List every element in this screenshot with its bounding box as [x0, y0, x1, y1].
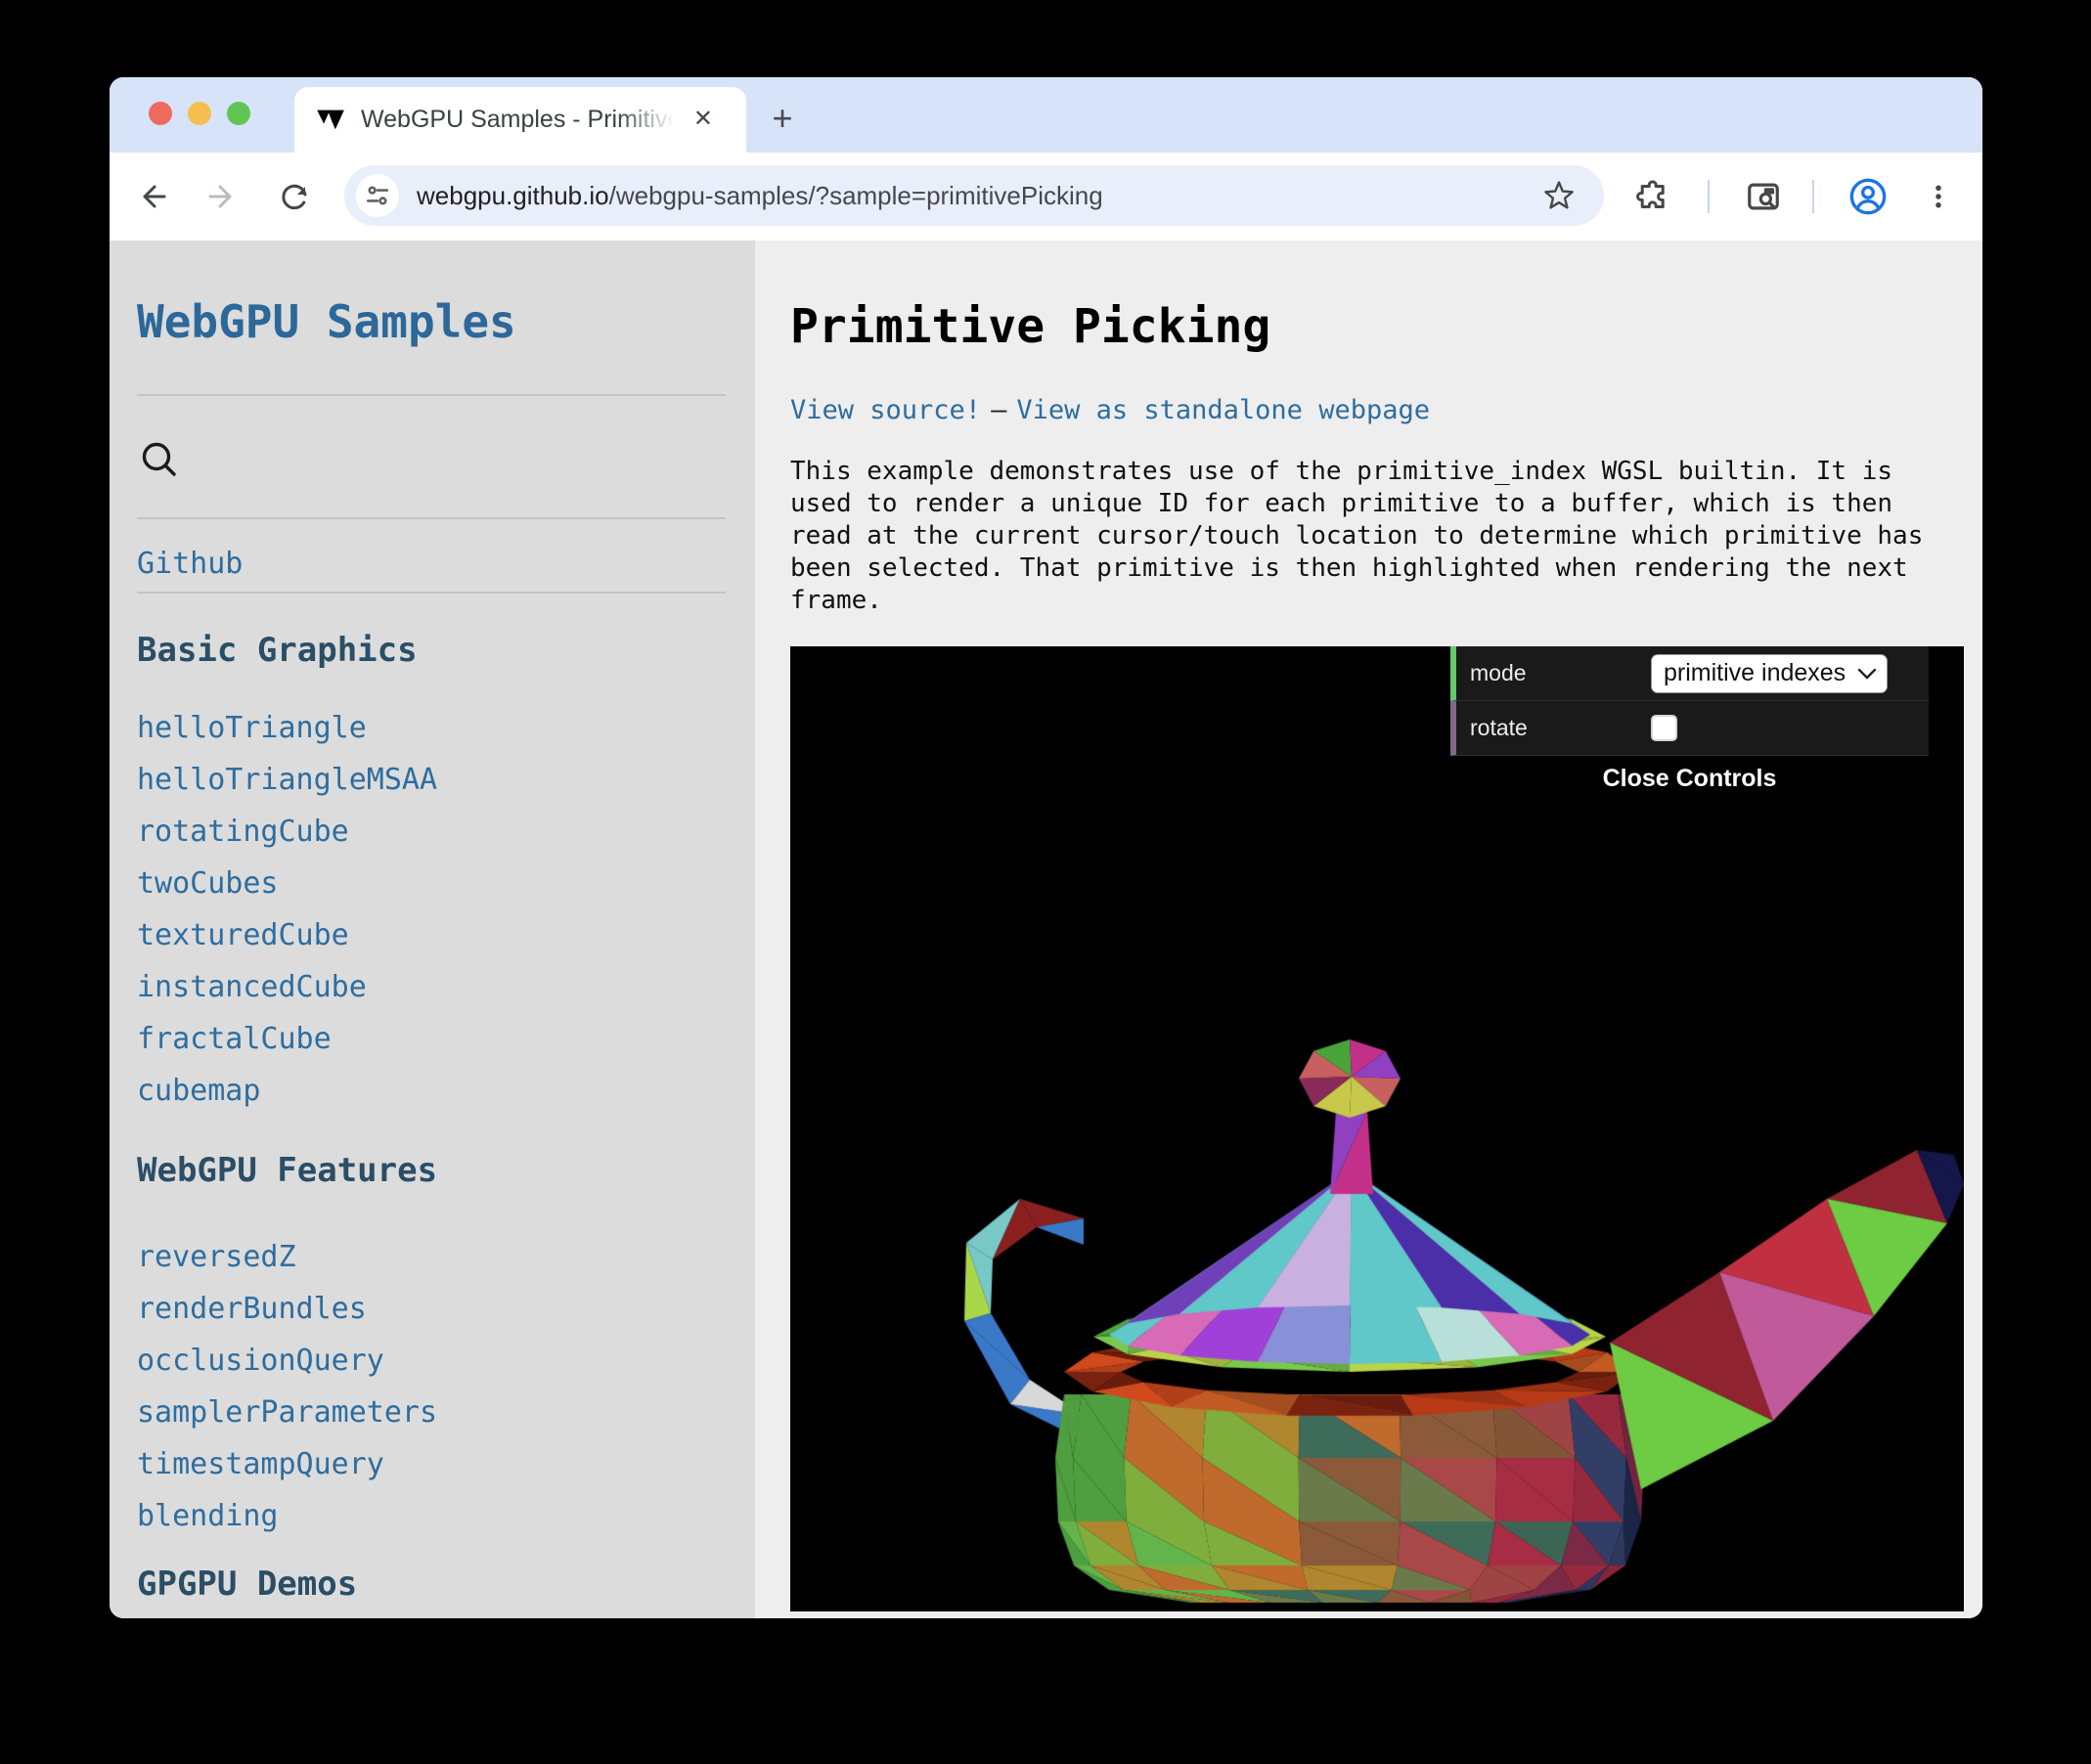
traffic-light-zoom[interactable]	[227, 102, 250, 125]
sample-links: View source!–View as standalone webpage	[790, 395, 1982, 425]
sidebar: WebGPU Samples Github Basic Graphics hel…	[110, 241, 755, 1618]
list-item: twoCubes	[137, 858, 726, 909]
site-info-icon[interactable]	[356, 174, 399, 217]
rotate-checkbox[interactable]	[1651, 715, 1677, 741]
gui-row-mode: mode primitive indexes	[1450, 646, 1929, 701]
sidebar-item-fractalCube[interactable]: fractalCube	[137, 1022, 332, 1056]
bookmark-star-icon[interactable]	[1537, 174, 1580, 217]
url-host: webgpu.github.io	[417, 181, 609, 210]
list-item: renderBundles	[137, 1283, 726, 1335]
page-title: Primitive Picking	[790, 299, 1982, 354]
sample-description: This example demonstrates use of the pri…	[790, 456, 1944, 617]
sidebar-item-occlusionQuery[interactable]: occlusionQuery	[137, 1344, 384, 1378]
sidebar-heading-basic-graphics: Basic Graphics	[137, 631, 726, 670]
url-bar[interactable]: webgpu.github.io/webgpu-samples/?sample=…	[344, 165, 1604, 226]
profile-avatar-icon[interactable]	[1846, 175, 1890, 218]
url-path: /webgpu-samples/?sample=primitivePicking	[609, 181, 1103, 210]
sidebar-item-rotatingCube[interactable]: rotatingCube	[137, 815, 349, 849]
extensions-icon[interactable]	[1631, 175, 1674, 218]
close-controls-button[interactable]: Close Controls	[1450, 756, 1929, 801]
divider	[137, 592, 726, 594]
sidebar-item-github[interactable]: Github	[137, 547, 726, 581]
sidebar-list-webgpu-features: reversedZ renderBundles occlusionQuery s…	[137, 1231, 726, 1542]
toolbar-separator	[1708, 180, 1710, 213]
side-panel-search-icon[interactable]	[1742, 175, 1785, 218]
traffic-light-minimize[interactable]	[188, 102, 211, 125]
url-text: webgpu.github.io/webgpu-samples/?sample=…	[417, 181, 1103, 211]
toolbar-separator	[1812, 180, 1814, 213]
browser-tab[interactable]: WebGPU Samples - Primitive ✕	[294, 87, 746, 153]
sidebar-item-helloTriangleMSAA[interactable]: helloTriangleMSAA	[137, 763, 437, 797]
view-source-link[interactable]: View source!	[790, 395, 981, 425]
mode-select-value: primitive indexes	[1664, 659, 1846, 687]
sidebar-item-blending[interactable]: blending	[137, 1499, 279, 1533]
menu-dots-icon[interactable]	[1917, 175, 1960, 218]
screenshot-stage: WebGPU Samples - Primitive ✕ + webgpu.gi…	[0, 0, 2091, 1764]
gui-label-mode: mode	[1470, 660, 1651, 686]
page-content: WebGPU Samples Github Basic Graphics hel…	[110, 241, 1982, 1618]
search-icon[interactable]	[137, 437, 182, 482]
divider	[137, 517, 726, 519]
list-item: samplerParameters	[137, 1387, 726, 1438]
tab-title: WebGPU Samples - Primitive	[361, 106, 674, 134]
list-item: texturedCube	[137, 909, 726, 961]
sidebar-heading-gpgpu-demos: GPGPU Demos	[137, 1565, 726, 1604]
gui-panel: mode primitive indexes rotate Close Cont…	[1450, 646, 1929, 801]
traffic-light-close[interactable]	[149, 102, 172, 125]
sidebar-item-helloTriangle[interactable]: helloTriangle	[137, 711, 367, 745]
list-item: occlusionQuery	[137, 1335, 726, 1387]
sidebar-item-instancedCube[interactable]: instancedCube	[137, 970, 367, 1004]
list-item: helloTriangleMSAA	[137, 754, 726, 806]
sidebar-item-samplerParameters[interactable]: samplerParameters	[137, 1395, 437, 1430]
new-tab-button[interactable]: +	[763, 100, 802, 139]
browser-toolbar: webgpu.github.io/webgpu-samples/?sample=…	[110, 153, 1982, 241]
canvas-container: mode primitive indexes rotate Close Cont…	[790, 646, 1964, 1611]
sidebar-item-reversedZ[interactable]: reversedZ	[137, 1240, 296, 1274]
list-item: helloTriangle	[137, 702, 726, 754]
sidebar-item-cubemap[interactable]: cubemap	[137, 1074, 260, 1108]
list-item: blending	[137, 1490, 726, 1542]
sidebar-item-timestampQuery[interactable]: timestampQuery	[137, 1447, 384, 1481]
mode-select[interactable]: primitive indexes	[1651, 654, 1888, 693]
browser-window: WebGPU Samples - Primitive ✕ + webgpu.gi…	[110, 77, 1982, 1618]
sidebar-item-texturedCube[interactable]: texturedCube	[137, 918, 349, 952]
list-item: timestampQuery	[137, 1438, 726, 1490]
list-item: fractalCube	[137, 1013, 726, 1065]
list-item: cubemap	[137, 1065, 726, 1117]
sidebar-item-twoCubes[interactable]: twoCubes	[137, 866, 279, 901]
back-icon[interactable]	[131, 175, 174, 218]
list-item: reversedZ	[137, 1231, 726, 1283]
standalone-webpage-link[interactable]: View as standalone webpage	[1016, 395, 1430, 425]
tab-strip: WebGPU Samples - Primitive ✕ +	[110, 77, 1982, 153]
link-separator: –	[991, 395, 1006, 425]
main-panel: Primitive Picking View source!–View as s…	[755, 241, 1982, 1618]
gui-label-rotate: rotate	[1470, 715, 1651, 741]
sidebar-heading-webgpu-features: WebGPU Features	[137, 1151, 726, 1190]
sidebar-list-basic-graphics: helloTriangle helloTriangleMSAA rotating…	[137, 702, 726, 1117]
sidebar-title: WebGPU Samples	[137, 295, 726, 348]
chevron-down-icon	[1857, 668, 1877, 680]
list-item: instancedCube	[137, 961, 726, 1013]
sidebar-item-renderBundles[interactable]: renderBundles	[137, 1292, 367, 1326]
forward-icon[interactable]	[200, 175, 244, 218]
tab-close-icon[interactable]: ✕	[693, 103, 713, 136]
webgpu-favicon-icon	[316, 108, 345, 133]
reload-icon[interactable]	[273, 175, 316, 218]
list-item: rotatingCube	[137, 806, 726, 858]
divider	[137, 394, 726, 396]
gui-row-rotate: rotate	[1450, 701, 1929, 756]
